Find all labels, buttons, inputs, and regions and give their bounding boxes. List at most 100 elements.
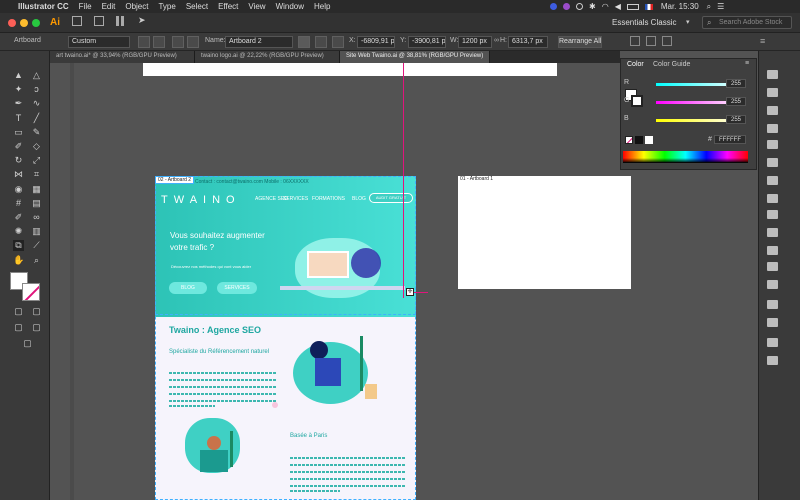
workspace-chevron-icon[interactable]: ▾ [686,18,690,26]
menu-select[interactable]: Select [186,2,208,11]
rearrange-all-button[interactable]: Rearrange All [558,36,602,48]
move-copy-artwork-button[interactable] [298,36,310,48]
menu-help[interactable]: Help [314,2,330,11]
cc-libraries-icon[interactable] [767,88,778,97]
image-trace-icon[interactable] [767,262,778,271]
app-status-icon[interactable] [550,3,557,10]
edit-toolbar-icon[interactable]: ▢ [22,338,33,349]
artboard-1[interactable] [458,176,631,289]
lasso-tool-icon[interactable]: ↄ [31,84,42,95]
layers-icon[interactable] [767,106,778,115]
curvature-tool-icon[interactable]: ∿ [31,98,42,109]
asset-export-icon[interactable] [767,280,778,289]
mesh-tool-icon[interactable]: # [13,198,24,209]
selection-tool-icon[interactable]: ▲ [13,70,24,81]
shape-builder-tool-icon[interactable]: ◉ [13,184,24,195]
stroke-swatch[interactable] [22,283,40,301]
menu-object[interactable]: Object [125,2,148,11]
slice-tool-icon[interactable]: ⟋ [31,240,42,251]
artboard-2[interactable]: Contact : contact@twaino.com Mobile : 06… [155,176,416,500]
stock-search-input[interactable]: ⌕ Search Adobe Stock [702,16,792,29]
x-field[interactable]: -6809,91 pt [357,36,395,48]
artboards-icon[interactable] [767,300,778,309]
graphic-styles-icon[interactable] [767,194,778,203]
tab-color[interactable]: Color [627,61,644,68]
none-swatch[interactable] [625,136,633,144]
bluetooth-icon[interactable]: ✱ [589,2,596,11]
volume-icon[interactable]: ◀ [615,2,621,11]
hex-field[interactable]: FFFFFF [714,135,746,144]
y-field[interactable]: -3900,81 pt [408,36,446,48]
guide-line-vertical[interactable] [403,63,404,298]
portrait-button[interactable] [138,36,150,48]
black-swatch[interactable] [635,136,643,144]
width-field[interactable]: 1200 px [458,36,492,48]
rectangle-tool-icon[interactable]: ▭ [13,127,24,138]
symbol-sprayer-tool-icon[interactable]: ✺ [13,226,24,237]
transform-icon[interactable] [646,36,656,46]
menu-view[interactable]: View [248,2,265,11]
flag-icon[interactable] [644,3,653,10]
menu-file[interactable]: File [79,2,92,11]
preset-select[interactable]: Custom [68,36,130,48]
isolate-icon[interactable] [662,36,672,46]
draw-behind-icon[interactable]: ▢ [31,306,42,317]
zoom-window-button[interactable] [32,19,40,27]
draw-normal-icon[interactable]: ▢ [13,306,24,317]
direct-selection-tool-icon[interactable]: △ [31,70,42,81]
transform-icon[interactable] [767,356,778,365]
graph-tool-icon[interactable]: ▥ [31,226,42,237]
pen-tool-icon[interactable]: ✒ [13,98,24,109]
artboard-tool-icon[interactable]: ⧉ [13,240,24,252]
width-tool-icon[interactable]: ⋈ [13,169,24,180]
gradient-tool-icon[interactable]: ▤ [31,198,42,209]
paintbrush-tool-icon[interactable]: ✎ [31,127,42,138]
export-icon[interactable] [767,338,778,347]
brushes-icon[interactable] [767,158,778,167]
panel-menu-icon[interactable]: ≡ [760,36,765,46]
battery-icon[interactable] [626,3,639,10]
magic-wand-tool-icon[interactable]: ✦ [13,84,24,95]
search-icon[interactable]: ⌕ [707,2,711,12]
reference-point-icon[interactable] [332,36,344,48]
minimize-window-button[interactable] [20,19,28,27]
tab-twaino-logo[interactable]: twaino logo.ai @ 22,22% (RGB/GPU Preview… [195,51,340,63]
blend-tool-icon[interactable]: ∞ [31,212,42,223]
scale-tool-icon[interactable]: ⤢ [31,155,42,166]
menu-list-icon[interactable]: ☰ [717,2,724,11]
eyedropper-tool-icon[interactable]: ✐ [13,212,24,223]
artboard-top-fragment[interactable] [143,63,557,76]
screen-mode-icon[interactable]: ▢ [13,322,24,333]
appearance-icon[interactable] [767,70,778,79]
clock-status-icon[interactable] [576,3,583,10]
free-transform-tool-icon[interactable]: ⌗ [31,169,42,180]
stock-icon[interactable] [94,16,104,26]
rotate-tool-icon[interactable]: ↻ [13,155,24,166]
workspace-switcher[interactable]: Essentials Classic [612,18,676,27]
artboard-name-input[interactable]: Artboard 2 [225,36,293,48]
arrange-documents-icon[interactable] [116,16,126,26]
app-status-icon[interactable] [563,3,570,10]
change-screen-mode-icon[interactable]: ▢ [31,322,42,333]
panel-stroke-swatch[interactable] [631,95,643,107]
b-value-field[interactable]: 255 [726,115,746,124]
menu-effect[interactable]: Effect [218,2,238,11]
white-swatch[interactable] [645,136,653,144]
transparency-icon[interactable] [767,246,778,255]
tab-color-guide[interactable]: Color Guide [653,61,690,68]
menu-edit[interactable]: Edit [102,2,116,11]
stroke-icon[interactable] [767,210,778,219]
gradient-icon[interactable] [767,228,778,237]
tab-art-twaino[interactable]: art twaino.ai* @ 33,94% (RGB/GPU Preview… [50,51,195,63]
perspective-tool-icon[interactable]: ▦ [31,184,42,195]
menu-type[interactable]: Type [158,2,175,11]
new-artboard-button[interactable] [172,36,184,48]
align-icon[interactable] [630,36,640,46]
wifi-icon[interactable]: ◠ [602,2,609,11]
properties-icon[interactable] [767,124,778,133]
links-icon[interactable] [767,318,778,327]
landscape-button[interactable] [153,36,165,48]
symbols-icon[interactable] [767,176,778,185]
eraser-tool-icon[interactable]: ◇ [31,141,42,152]
g-value-field[interactable]: 255 [726,97,746,106]
